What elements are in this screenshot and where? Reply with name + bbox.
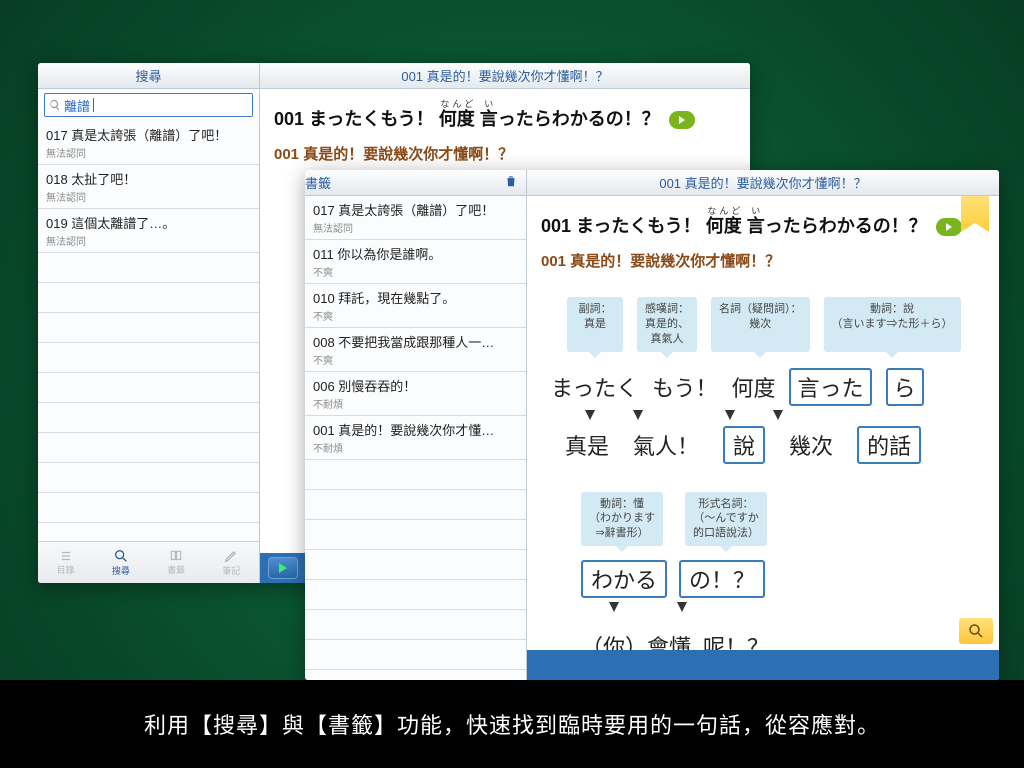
side-title: 搜尋 — [38, 63, 260, 88]
arrow-down-icon — [585, 410, 595, 420]
sidebar-a: 離譜 017 真是太誇張（離譜）了吧！無法認同 018 太扯了吧！無法認同 01… — [38, 89, 260, 583]
list-item-empty — [38, 253, 259, 283]
list-item-empty — [38, 463, 259, 493]
play-audio-button[interactable] — [669, 111, 695, 129]
detail-japanese: 001 まったくもう！ 何度なんど 言いったらわかるの！？ — [541, 206, 985, 238]
arrow-down-icon — [633, 410, 643, 420]
word-box: ら — [886, 368, 924, 406]
play-button[interactable] — [268, 557, 298, 579]
grammar-bubble: 形式名詞：（～んですか的口語說法） — [685, 492, 767, 547]
list-item[interactable]: 006 別慢吞吞的！不耐煩 — [305, 372, 526, 416]
word-box: 言った — [789, 368, 871, 406]
list-item-empty — [38, 283, 259, 313]
zoom-button[interactable] — [959, 618, 993, 644]
list-item-empty — [38, 493, 259, 523]
sidebar-b: 017 真是太誇張（離譜）了吧！無法認同 011 你以為你是誰啊。不爽 010 … — [305, 196, 527, 680]
arrow-down-icon — [609, 602, 619, 612]
arrow-down-icon — [773, 410, 783, 420]
list-item-empty — [305, 580, 526, 610]
side-title: 書籤 — [305, 170, 527, 195]
list-item-empty — [38, 433, 259, 463]
list-item[interactable]: 011 你以為你是誰啊。不爽 — [305, 240, 526, 284]
search-value: 離譜 — [64, 96, 90, 115]
list-item-empty — [38, 343, 259, 373]
trash-icon[interactable] — [496, 174, 526, 191]
list-item[interactable]: 008 不要把我當成跟那種人一…不爽 — [305, 328, 526, 372]
list-item-empty — [38, 373, 259, 403]
list-item-empty — [305, 550, 526, 580]
main-title: 001 真是的！要說幾次你才懂啊！？ — [527, 170, 999, 195]
list-item-empty — [305, 490, 526, 520]
window-bookmark: 書籤 001 真是的！要說幾次你才懂啊！？ 017 真是太誇張（離譜）了吧！無法… — [305, 170, 999, 680]
grammar-bubble: 動詞：懂（わかります⇒辭書形） — [581, 492, 663, 547]
list-icon — [57, 549, 75, 563]
list-item[interactable]: 010 拜託，現在幾點了。不爽 — [305, 284, 526, 328]
word-box: の！？ — [679, 560, 765, 598]
detail-chinese: 001 真是的！要說幾次你才懂啊！？ — [541, 250, 985, 271]
bottom-tabbar: 目錄 搜尋 書籤 筆記 — [38, 541, 259, 583]
list-item-empty — [38, 313, 259, 343]
player-bar — [527, 650, 999, 680]
play-audio-button[interactable] — [936, 218, 962, 236]
search-results-list: 017 真是太誇張（離譜）了吧！無法認同 018 太扯了吧！無法認同 019 這… — [38, 121, 259, 541]
list-item[interactable]: 001 真是的！要說幾次你才懂…不耐煩 — [305, 416, 526, 460]
caption-bar: 利用【搜尋】與【書籤】功能，快速找到臨時要用的一句話，從容應對。 — [0, 680, 1024, 768]
list-item-empty — [305, 640, 526, 670]
book-icon — [167, 549, 185, 563]
arrow-down-icon — [677, 602, 687, 612]
word-box: 說 — [723, 426, 765, 464]
list-item[interactable]: 017 真是太誇張（離譜）了吧！無法認同 — [305, 196, 526, 240]
search-icon — [113, 548, 129, 564]
text-caret — [93, 98, 94, 112]
titlebar-b: 書籤 001 真是的！要說幾次你才懂啊！？ — [305, 170, 999, 196]
grammar-bubble: 名詞（疑問詞）：幾次 — [711, 297, 810, 352]
list-item[interactable]: 018 太扯了吧！無法認同 — [38, 165, 259, 209]
detail-pane-b: 001 まったくもう！ 何度なんど 言いったらわかるの！？ 001 真是的！要說… — [527, 196, 999, 680]
pencil-icon — [223, 548, 239, 564]
grammar-bubble: 副詞：真是 — [567, 297, 623, 352]
list-item-empty — [38, 403, 259, 433]
list-item[interactable]: 019 這個太離譜了…。無法認同 — [38, 209, 259, 253]
list-item[interactable]: 017 真是太誇張（離譜）了吧！無法認同 — [38, 121, 259, 165]
bookmark-list: 017 真是太誇張（離譜）了吧！無法認同 011 你以為你是誰啊。不爽 010 … — [305, 196, 526, 680]
detail-chinese: 001 真是的！要說幾次你才懂啊！？ — [274, 143, 736, 164]
tab-bookmark[interactable]: 書籤 — [149, 542, 204, 583]
search-icon — [49, 99, 61, 111]
grammar-bubble: 感嘆詞：真是的、真氣人 — [637, 297, 697, 352]
grammar-diagram: 副詞：真是 感嘆詞：真是的、真氣人 名詞（疑問詞）：幾次 動詞：說（言います⇒た… — [541, 297, 985, 662]
tab-notes[interactable]: 筆記 — [204, 542, 259, 583]
word-box: 的話 — [857, 426, 921, 464]
tab-search[interactable]: 搜尋 — [93, 542, 148, 583]
word-box: わかる — [581, 560, 667, 598]
grammar-bubble: 動詞：說（言います⇒た形＋ら） — [824, 297, 961, 352]
tab-toc[interactable]: 目錄 — [38, 542, 93, 583]
arrow-down-icon — [725, 410, 735, 420]
titlebar-a: 搜尋 001 真是的！要說幾次你才懂啊！？ — [38, 63, 750, 89]
detail-japanese: 001 まったくもう！ 何度なんど 言いったらわかるの！？ — [274, 99, 736, 131]
search-input[interactable]: 離譜 — [44, 93, 253, 117]
list-item-empty — [305, 610, 526, 640]
list-item-empty — [305, 460, 526, 490]
list-item-empty — [305, 520, 526, 550]
main-title: 001 真是的！要說幾次你才懂啊！？ — [260, 63, 750, 88]
